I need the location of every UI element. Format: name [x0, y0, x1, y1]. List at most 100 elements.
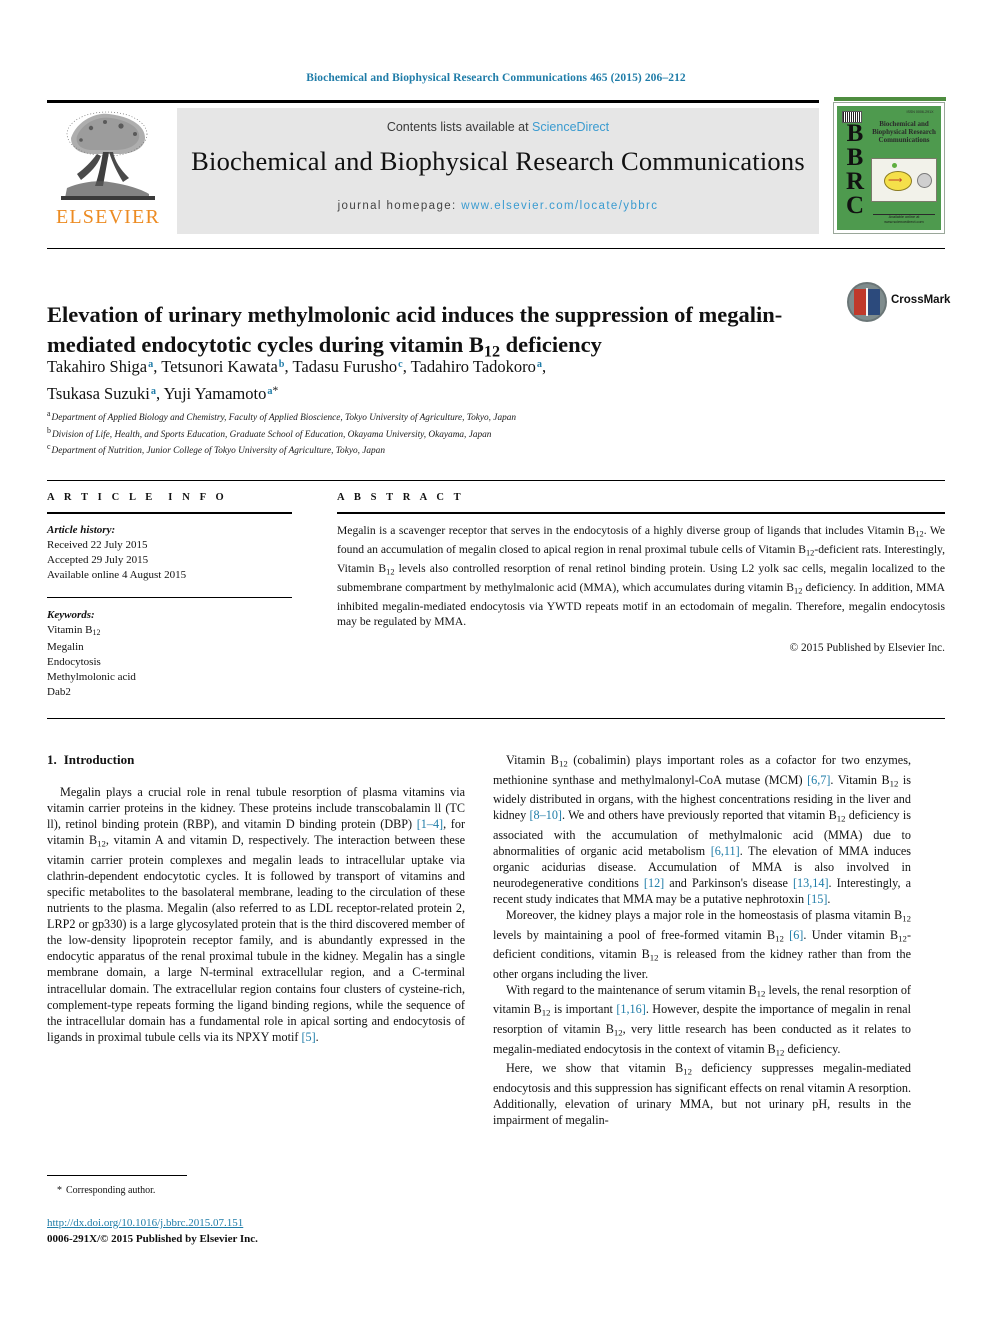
- info-separator-rule: [47, 597, 292, 598]
- crossmark-icon: [847, 282, 887, 322]
- article-history-item: Accepted 29 July 2015: [47, 554, 149, 566]
- affiliation-item: cDepartment of Nutrition, Junior College…: [47, 441, 867, 458]
- affiliation-text: Division of Life, Health, and Sports Edu…: [51, 429, 492, 440]
- keyword-item: Vitamin B12: [47, 624, 101, 638]
- keyword-item: Endocytosis: [47, 656, 101, 669]
- title-part-1: Elevation of urinary methylmolonic acid …: [47, 302, 783, 358]
- article-info-rule: [47, 512, 292, 514]
- crossmark-badge[interactable]: CrossMark: [847, 280, 950, 328]
- journal-cover-thumbnail: ISSN 0006-291X BBRC Biochemical and Biop…: [833, 97, 946, 234]
- abstract-text: Megalin is a scavenger receptor that ser…: [337, 524, 946, 629]
- citation-link[interactable]: [5]: [301, 1030, 315, 1044]
- author-name: Tadahiro Tadokoro: [410, 357, 536, 377]
- affiliation-item: aDepartment of Applied Biology and Chemi…: [47, 408, 867, 425]
- citation-link[interactable]: [15]: [807, 892, 827, 906]
- doi-link[interactable]: http://dx.doi.org/10.1016/j.bbrc.2015.07…: [47, 1217, 243, 1229]
- nucleus-shape-icon: [917, 173, 932, 188]
- corresponding-author-note: * Corresponding author.: [47, 1184, 465, 1197]
- article-history-label: Article history:: [47, 524, 116, 536]
- left-column: 1. Introduction Megalin plays a crucial r…: [47, 752, 465, 1045]
- cover-bbrc-letters: BBRC: [845, 120, 865, 219]
- section-number: 1.: [47, 752, 57, 767]
- paragraph: With regard to the maintenance of serum …: [493, 982, 911, 1058]
- homepage-label: journal homepage:: [337, 200, 462, 212]
- affiliation-list: aDepartment of Applied Biology and Chemi…: [47, 408, 867, 458]
- citation-link[interactable]: [6,11]: [711, 844, 740, 858]
- citation-link[interactable]: [12]: [644, 876, 664, 890]
- affiliation-text: Department of Nutrition, Junior College …: [51, 446, 385, 457]
- affiliation-item: bDivision of Life, Health, and Sports Ed…: [47, 425, 867, 442]
- author-name: Yuji Yamamoto: [163, 384, 267, 404]
- elsevier-logo: ELSEVIER: [47, 108, 169, 234]
- contents-available-line: Contents lists available at ScienceDirec…: [177, 120, 819, 134]
- corresponding-star: *: [57, 1185, 62, 1196]
- footnote-rule: [47, 1175, 187, 1176]
- journal-band: Contents lists available at ScienceDirec…: [177, 108, 819, 234]
- author-list: Takahiro Shigaa, Tetsunori Kawatab, Tada…: [47, 353, 867, 406]
- citation-link[interactable]: [8–10]: [530, 808, 563, 822]
- article-history-item: Available online 4 August 2015: [47, 569, 187, 581]
- journal-masthead: ELSEVIER Contents lists available at Sci…: [47, 97, 946, 234]
- paragraph: Here, we show that vitamin B12 deficienc…: [493, 1061, 911, 1127]
- author-name: Tadasu Furusho: [292, 357, 398, 377]
- masthead-top-rule: [47, 100, 819, 103]
- section-title: Introduction: [63, 752, 135, 767]
- info-bottom-rule: [47, 718, 945, 719]
- author-sep: ,: [156, 384, 164, 404]
- journal-title: Biochemical and Biophysical Research Com…: [191, 146, 805, 176]
- cover-figure: ⟶: [871, 158, 937, 202]
- arrow-icon: ⟶: [888, 175, 903, 186]
- corresponding-text: Corresponding author.: [66, 1185, 156, 1196]
- article-history-item: Received 22 July 2015: [47, 539, 148, 551]
- author-name: Tsukasa Suzuki: [47, 384, 150, 404]
- keyword-item: Methylmolonic acid: [47, 671, 136, 684]
- cover-issn-text: ISSN 0006-291X: [906, 110, 934, 114]
- elsevier-tree-icon: [61, 111, 155, 200]
- affiliation-text: Department of Applied Biology and Chemis…: [51, 413, 517, 424]
- article-info-heading: A R T I C L E I N F O: [47, 492, 228, 503]
- cover-title-text: Biochemical and Biophysical Research Com…: [872, 120, 936, 144]
- keywords-block: Keywords: Vitamin B12 Megalin Endocytosi…: [47, 608, 292, 700]
- sciencedirect-link[interactable]: ScienceDirect: [532, 120, 609, 134]
- citation-link[interactable]: [1,16]: [616, 1002, 645, 1016]
- section-heading-introduction: 1. Introduction: [47, 752, 465, 768]
- article-info-column: A R T I C L E I N F O Article history: R…: [47, 492, 292, 700]
- paper-page: Biochemical and Biophysical Research Com…: [0, 0, 992, 1323]
- issn-copyright-line: 0006-291X/© 2015 Published by Elsevier I…: [47, 1233, 258, 1245]
- cover-inner: ISSN 0006-291X BBRC Biochemical and Biop…: [837, 106, 941, 230]
- page-footer: * Corresponding author. http://dx.doi.org…: [47, 1175, 465, 1245]
- homepage-url-link[interactable]: www.elsevier.com/locate/ybbrc: [461, 200, 658, 212]
- author-name: Tetsunori Kawata: [161, 357, 278, 377]
- citation-link[interactable]: [13,14]: [793, 876, 829, 890]
- paragraph: Megalin plays a crucial role in renal tu…: [47, 785, 466, 1044]
- crossmark-right-half: [867, 289, 880, 315]
- author-sep: ,: [402, 357, 411, 377]
- keyword-item: Megalin: [47, 641, 84, 654]
- keyword-item: Dab2: [47, 686, 71, 699]
- info-top-rule: [47, 480, 945, 481]
- author-sep: ,: [542, 357, 547, 377]
- abstract-rule: [337, 512, 945, 514]
- crossmark-spine: [866, 288, 868, 316]
- abstract-column: A B S T R A C T Megalin is a scavenger r…: [337, 492, 945, 654]
- elsevier-wordmark: ELSEVIER: [55, 206, 161, 228]
- green-dot-icon: [892, 163, 897, 168]
- cover-top-rule: [834, 97, 946, 101]
- author-sep: ,: [153, 357, 162, 377]
- title-top-rule: [47, 248, 945, 249]
- citation-link[interactable]: [6,7]: [807, 773, 830, 787]
- paragraph: Vitamin B12 (cobalimin) plays important …: [493, 753, 912, 907]
- running-head: Biochemical and Biophysical Research Com…: [306, 72, 686, 84]
- author-name: Takahiro Shiga: [47, 357, 148, 377]
- citation-link[interactable]: [6]: [789, 928, 803, 942]
- keywords-label: Keywords:: [47, 609, 95, 621]
- journal-homepage-line: journal homepage: www.elsevier.com/locat…: [177, 200, 819, 212]
- paragraph: Moreover, the kidney plays a major role …: [493, 908, 911, 981]
- contents-prefix: Contents lists available at: [386, 120, 533, 134]
- abstract-copyright: © 2015 Published by Elsevier Inc.: [789, 641, 945, 654]
- citation-link[interactable]: [1–4]: [417, 817, 443, 831]
- corresponding-author-mark: *: [272, 385, 279, 398]
- cover-bottom-text: Available online at www.sciencedirect.co…: [884, 215, 924, 224]
- abstract-heading: A B S T R A C T: [337, 492, 465, 503]
- right-column: Vitamin B12 (cobalimin) plays important …: [493, 752, 911, 1128]
